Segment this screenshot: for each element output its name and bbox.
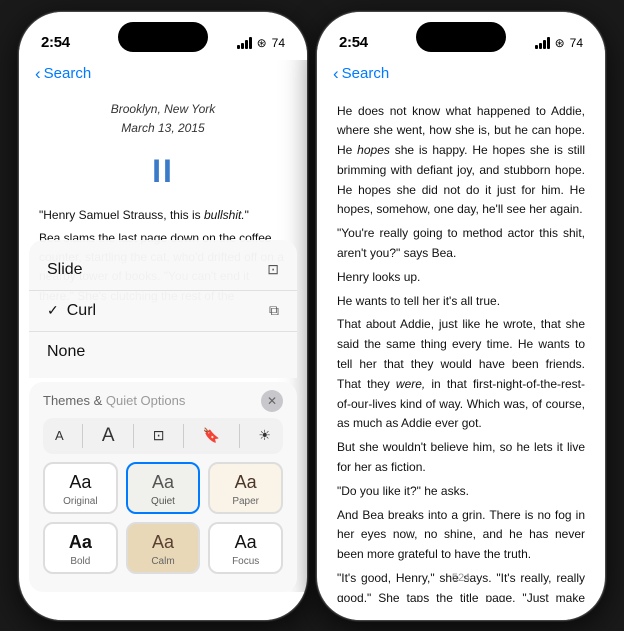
theme-card-focus[interactable]: Aa Focus xyxy=(208,522,283,574)
scroll-option-curl[interactable]: ✓ Curl ⧉ xyxy=(29,291,297,332)
back-label-right: Search xyxy=(342,65,390,82)
reading-para-3: Henry looks up. xyxy=(337,268,585,288)
wifi-icon: ⊛ xyxy=(257,36,267,50)
curl-icon: ⧉ xyxy=(269,302,279,319)
dynamic-island xyxy=(118,22,208,52)
scroll-option-slide[interactable]: Slide ⊡ xyxy=(29,250,297,291)
time-right: 2:54 xyxy=(339,34,368,51)
reading-para-4: He wants to tell her it's all true. xyxy=(337,292,585,312)
theme-card-paper[interactable]: Aa Paper xyxy=(208,462,283,514)
slide-icon: ⊡ xyxy=(267,261,279,278)
theme-label-original: Original xyxy=(63,496,97,507)
scroll-option-none[interactable]: None xyxy=(29,332,297,372)
para-1: "Henry Samuel Strauss, this is bullshit.… xyxy=(39,206,287,225)
wifi-icon-right: ⊛ xyxy=(555,36,565,50)
theme-aa-calm: Aa xyxy=(152,532,174,553)
chevron-left-icon-right: ‹ xyxy=(333,64,339,84)
theme-label-focus: Focus xyxy=(232,556,259,567)
time-left: 2:54 xyxy=(41,34,70,51)
scroll-options: Slide ⊡ ✓ Curl ⧉ None xyxy=(29,240,297,378)
back-button-left[interactable]: ‹ Search xyxy=(35,64,291,84)
theme-aa-quiet: Aa xyxy=(152,472,174,493)
bottom-bar-left xyxy=(19,592,307,620)
chapter-number: II xyxy=(39,145,287,198)
phones-container: 2:54 ⊛ 74 ‹ Search Brooklyn, Ne xyxy=(18,11,606,621)
left-phone: 2:54 ⊛ 74 ‹ Search Brooklyn, Ne xyxy=(18,11,308,621)
theme-label-paper: Paper xyxy=(232,496,259,507)
theme-cards-row-1: Aa Original Aa Quiet Aa Paper xyxy=(43,462,283,514)
signal-icon xyxy=(237,37,252,49)
divider-4 xyxy=(239,424,240,448)
slide-label: Slide xyxy=(47,261,83,279)
theme-label-bold: Bold xyxy=(70,556,90,567)
page-number: 524 xyxy=(452,572,470,584)
theme-aa-focus: Aa xyxy=(235,532,257,553)
brightness-icon: ☀ xyxy=(258,427,271,444)
divider-3 xyxy=(183,424,184,448)
font-large-label: A xyxy=(102,425,115,447)
overlay-panel: Slide ⊡ ✓ Curl ⧉ None Themes & Quiet O xyxy=(19,240,307,620)
theme-aa-paper: Aa xyxy=(235,472,257,493)
bookmark-icon: 🔖 xyxy=(203,427,220,444)
font-small-label: A xyxy=(55,428,64,443)
chevron-left-icon: ‹ xyxy=(35,64,41,84)
divider-2 xyxy=(133,424,134,448)
nav-bar-right: ‹ Search xyxy=(317,60,605,90)
theme-aa-bold: Aa xyxy=(69,532,92,553)
reading-content: He does not know what happened to Addie,… xyxy=(317,90,605,602)
reading-para-5: That about Addie, just like he wrote, th… xyxy=(337,315,585,434)
close-button[interactable]: ✕ xyxy=(261,390,283,412)
none-label: None xyxy=(47,343,85,361)
back-button-right[interactable]: ‹ Search xyxy=(333,64,589,84)
font-controls: A A ⊡ 🔖 ☀ xyxy=(43,418,283,454)
nav-bar-left: ‹ Search xyxy=(19,60,307,90)
reading-para-8: And Bea breaks into a grin. There is no … xyxy=(337,506,585,565)
themes-header: Themes & Quiet Options ✕ xyxy=(43,390,283,412)
theme-card-quiet[interactable]: Aa Quiet xyxy=(126,462,201,514)
reading-para-2: "You're really going to method actor thi… xyxy=(337,224,585,264)
reading-para-6: But she wouldn't believe him, so he lets… xyxy=(337,438,585,478)
theme-label-calm: Calm xyxy=(151,556,174,567)
themes-title: Themes & Quiet Options xyxy=(43,393,185,408)
themes-section: Themes & Quiet Options ✕ A A ⊡ 🔖 ☀ xyxy=(29,382,297,592)
status-icons-left: ⊛ 74 xyxy=(237,36,285,50)
right-phone: 2:54 ⊛ 74 ‹ Search He does not know what xyxy=(316,11,606,621)
bottom-bar-right xyxy=(317,602,605,621)
status-icons-right: ⊛ 74 xyxy=(535,36,583,50)
theme-aa-original: Aa xyxy=(69,472,91,493)
theme-cards-row-2: Aa Bold Aa Calm Aa Focus xyxy=(43,522,283,574)
check-icon: ✓ xyxy=(47,302,59,319)
battery-text: 74 xyxy=(272,36,285,50)
divider-1 xyxy=(82,424,83,448)
dynamic-island-right xyxy=(416,22,506,52)
reading-para-7: "Do you like it?" he asks. xyxy=(337,482,585,502)
signal-icon-right xyxy=(535,37,550,49)
theme-card-calm[interactable]: Aa Calm xyxy=(126,522,201,574)
theme-card-original[interactable]: Aa Original xyxy=(43,462,118,514)
book-location: Brooklyn, New York March 13, 2015 xyxy=(39,100,287,140)
battery-text-right: 74 xyxy=(570,36,583,50)
curl-label: Curl xyxy=(67,302,96,320)
back-label-left: Search xyxy=(44,65,92,82)
theme-card-bold[interactable]: Aa Bold xyxy=(43,522,118,574)
theme-label-quiet: Quiet xyxy=(151,496,175,507)
reading-para-1: He does not know what happened to Addie,… xyxy=(337,102,585,221)
font-style-icon: ⊡ xyxy=(153,427,165,444)
